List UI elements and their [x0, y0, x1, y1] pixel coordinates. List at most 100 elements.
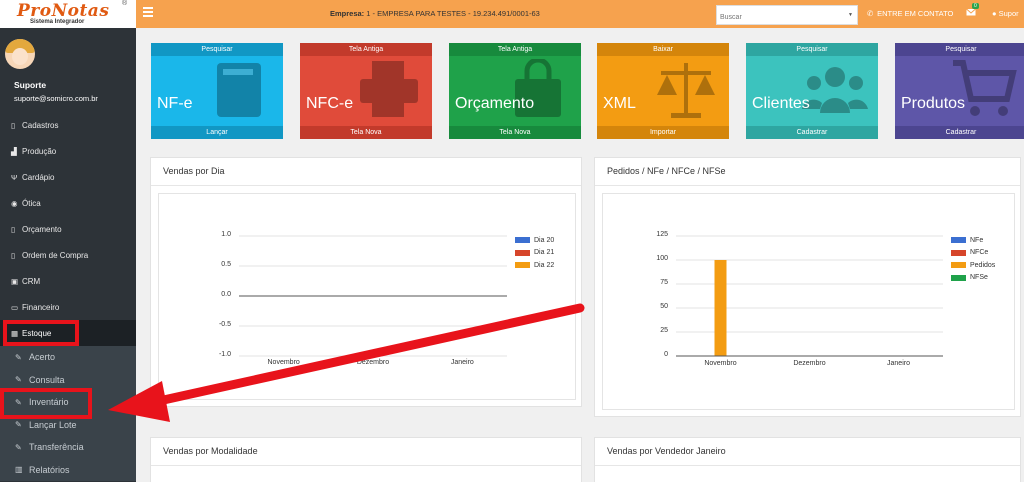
submenu-item-inventario[interactable]: ✎ Inventário [0, 391, 136, 414]
y-tick-label: 1.0 [221, 231, 231, 238]
tile-top-link[interactable]: Tela Antiga [300, 43, 432, 56]
legend-item[interactable]: Dia 21 [515, 247, 554, 259]
chart-vendas-por-dia: 1.0 0.5 0.0 -0.5 -1.0 Novembro Dezembro Janeiro… [158, 193, 576, 400]
tile-orcamento[interactable]: Tela Antiga Orçamento Tela Nova [449, 43, 581, 139]
tile-nfce[interactable]: Tela Antiga NFC-e Tela Nova [300, 43, 432, 139]
menu-toggle-icon[interactable] [143, 7, 153, 19]
user-icon: ● [992, 9, 997, 18]
tile-top-link[interactable]: Pesquisar [151, 43, 283, 56]
panel-title: Vendas por Modalidade [163, 446, 258, 456]
legend-swatch [951, 262, 966, 268]
bar[interactable] [714, 260, 727, 356]
x-tick-label: Dezembro [793, 360, 826, 367]
sidebar-item-orcamento[interactable]: ▯ Orçamento [0, 216, 136, 242]
x-tick-label: Janeiro [450, 359, 474, 366]
cubes-icon: ▦ [11, 328, 19, 338]
panel-title: Vendas por Dia [163, 166, 225, 176]
id-card-icon: ▣ [11, 276, 19, 286]
tile-top-link[interactable]: Tela Antiga [449, 43, 581, 56]
legend-item[interactable]: Dia 20 [515, 234, 554, 246]
tile-bottom-link[interactable]: Cadastrar [895, 126, 1024, 139]
chart-pedidos: 125 100 75 50 25 0 Novembro Dezembro Janeiro NFe N… [602, 193, 1015, 410]
sidebar-item-ordem-de-compra[interactable]: ▯ Ordem de Compra [0, 242, 136, 268]
sidebar-item-label: Ordem de Compra [22, 250, 89, 260]
search-input[interactable] [717, 8, 837, 27]
legend-swatch [951, 249, 966, 256]
cutlery-icon: Ψ [11, 172, 18, 182]
submenu-item-label: Acerto [29, 352, 56, 363]
tile-bottom-link[interactable]: Lançar [151, 126, 283, 139]
submenu-item-lancar-lote[interactable]: ✎ Lançar Lote [0, 414, 136, 437]
panel-vendas-por-dia: Vendas por Dia 1.0 0.5 0.0 -0.5 -1.0 Novembro… [150, 157, 582, 407]
y-tick-label: 25 [660, 327, 668, 334]
message-badge: 0 [972, 3, 979, 9]
y-tick-label: 75 [660, 279, 668, 286]
legend-swatch [515, 262, 530, 268]
sidebar-item-otica[interactable]: ◉ Ótica [0, 190, 136, 216]
submenu-item-label: Inventário [29, 397, 69, 408]
legend-label: NFCe [970, 249, 989, 256]
file-icon: ▯ [11, 120, 16, 130]
legend-item[interactable]: Dia 22 [515, 259, 554, 271]
sidebar-item-crm[interactable]: ▣ CRM [0, 268, 136, 294]
tile-bottom-link[interactable]: Tela Nova [300, 126, 432, 139]
legend-item[interactable]: NFCe [951, 247, 988, 259]
tile-bottom-link[interactable]: Cadastrar [746, 126, 878, 139]
tile-top-link[interactable]: Baixar [597, 43, 729, 56]
sidebar-item-label: Ótica [22, 198, 41, 208]
tile-bottom-link[interactable]: Tela Nova [449, 126, 581, 139]
submenu-item-transferencia[interactable]: ✎ Transferência [0, 436, 136, 459]
legend-swatch [515, 249, 530, 256]
y-tick-label: 125 [656, 231, 668, 238]
estoque-submenu: ✎ Acerto ✎ Consulta ✎ Inventário ✎ Lançar Lo… [0, 346, 136, 481]
sidebar-item-estoque[interactable]: ▦ Estoque [0, 320, 136, 346]
contact-link[interactable]: ✆ ENTRE EM CONTATO [867, 9, 953, 18]
logo-registered-mark: ® [122, 0, 128, 7]
submenu-item-label: Transferência [29, 442, 84, 453]
sidebar-item-financeiro[interactable]: ▭ Financeiro [0, 294, 136, 320]
tile-clientes[interactable]: Pesquisar Clientes Cadastrar [746, 43, 878, 139]
sidebar-item-cardapio[interactable]: Ψ Cardápio [0, 164, 136, 190]
sidebar-item-label: Produção [22, 146, 57, 156]
users-icon [802, 67, 868, 113]
submenu-item-label: Consulta [29, 374, 65, 385]
legend-item[interactable]: NFe [951, 234, 983, 246]
logo-text: ProNotas [17, 1, 110, 21]
submenu-item-acerto[interactable]: ✎ Acerto [0, 346, 136, 369]
bar-chart-icon: ▥ [15, 465, 23, 475]
edit-icon: ✎ [15, 375, 22, 385]
contact-label: ENTRE EM CONTATO [877, 9, 954, 18]
submenu-item-relatorios[interactable]: ▥ Relatórios [0, 459, 136, 482]
money-icon: ▭ [11, 302, 19, 312]
x-tick-label: Janeiro [887, 360, 910, 367]
tile-bottom-link[interactable]: Importar [597, 126, 729, 139]
sidebar-item-cadastros[interactable]: ▯ Cadastros [0, 112, 136, 138]
user-menu[interactable]: ● Supor [992, 9, 1019, 18]
tile-title: NFC-e [306, 95, 354, 112]
search-box[interactable]: ▼ [716, 5, 858, 27]
logo[interactable]: ProNotas ® Sistema Integrador [0, 0, 136, 28]
tile-top-link[interactable]: Pesquisar [895, 43, 1024, 56]
panel-pedidos: Pedidos / NFe / NFCe / NFSe 125 100 75 50 25… [594, 157, 1021, 417]
sidebar-item-label: CRM [22, 276, 41, 286]
submenu-item-consulta[interactable]: ✎ Consulta [0, 369, 136, 392]
y-tick-label: 0.0 [221, 291, 231, 298]
tile-produtos[interactable]: Pesquisar Produtos Cadastrar [895, 43, 1024, 139]
logo-subtitle: Sistema Integrador [30, 19, 85, 25]
tile-top-link[interactable]: Pesquisar [746, 43, 878, 56]
eye-icon: ◉ [11, 198, 18, 208]
file-icon: ▯ [11, 224, 16, 234]
book-icon [217, 63, 261, 117]
legend-item[interactable]: Pedidos [951, 259, 995, 271]
sidebar-item-label: Orçamento [22, 224, 62, 234]
y-tick-label: 0.5 [221, 261, 231, 268]
sidebar-item-producao[interactable]: ▟ Produção [0, 138, 136, 164]
tile-nfe[interactable]: Pesquisar NF-e Lançar [151, 43, 283, 139]
file-icon: ▯ [11, 250, 16, 260]
caret-down-icon[interactable]: ▼ [848, 12, 853, 18]
legend-swatch [515, 237, 530, 243]
tile-xml[interactable]: Baixar XML Importar [597, 43, 729, 139]
tile-title: Clientes [752, 95, 810, 112]
legend-item[interactable]: NFSe [951, 272, 988, 284]
x-tick-label: Novembro [267, 359, 300, 366]
